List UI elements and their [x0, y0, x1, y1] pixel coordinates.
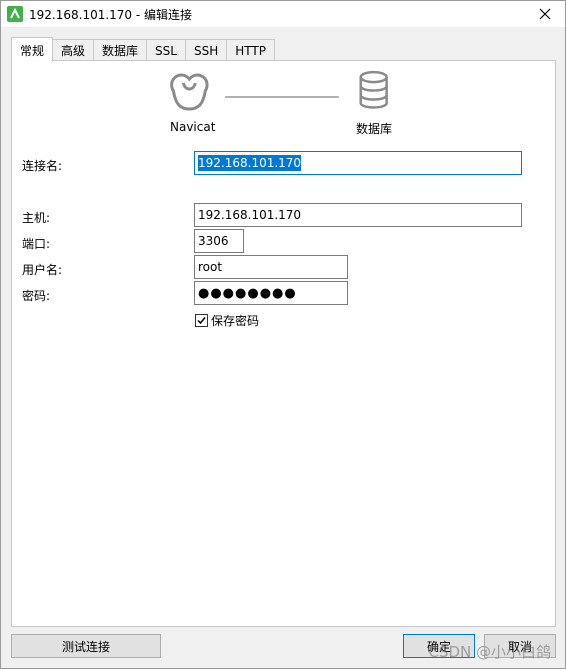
save-password-row[interactable]: 保存密码 — [195, 312, 259, 329]
port-label: 端口: — [22, 237, 51, 251]
tab-databases[interactable]: 数据库 — [93, 39, 148, 61]
tab-advanced[interactable]: 高级 — [52, 39, 95, 61]
tab-general[interactable]: 常规 — [11, 37, 54, 62]
host-input[interactable]: 192.168.101.170 — [194, 203, 522, 227]
username-value: root — [198, 260, 223, 274]
save-password-label: 保存密码 — [211, 314, 260, 328]
general-tab-panel: Navicat 数据库 连接名: 192.168.101.170 主机: 192… — [11, 60, 556, 627]
save-password-checkbox[interactable] — [195, 314, 208, 327]
tab-http[interactable]: HTTP — [226, 39, 275, 61]
password-value: ●●●●●●●● — [198, 285, 297, 301]
navicat-app-icon — [7, 6, 23, 22]
password-label: 密码: — [22, 289, 51, 303]
navicat-label: Navicat — [170, 120, 216, 134]
connection-name-label: 连接名: — [22, 159, 63, 173]
port-value: 3306 — [198, 234, 229, 248]
database-icon — [359, 70, 388, 109]
connection-name-value: 192.168.101.170 — [198, 155, 302, 171]
edit-connection-window: 192.168.101.170 - 编辑连接 常规 高级 数据库 SSL SSH… — [0, 0, 566, 669]
host-value: 192.168.101.170 — [198, 208, 302, 222]
username-input[interactable]: root — [194, 255, 348, 279]
connection-name-input[interactable]: 192.168.101.170 — [194, 151, 522, 175]
password-input[interactable]: ●●●●●●●● — [194, 281, 348, 305]
database-label: 数据库 — [356, 122, 393, 136]
checkmark-icon — [197, 317, 206, 325]
test-connection-button[interactable]: 测试连接 — [11, 634, 161, 658]
tab-ssl[interactable]: SSL — [146, 39, 186, 61]
connection-graphic — [170, 70, 388, 111]
watermark: CSDN @小小白鸽 — [428, 643, 551, 661]
tab-bar: 常规 高级 数据库 SSL SSH HTTP — [11, 37, 275, 62]
host-label: 主机: — [22, 211, 51, 225]
close-icon — [539, 8, 551, 20]
window-title: 192.168.101.170 - 编辑连接 — [29, 8, 193, 22]
title-bar[interactable]: 192.168.101.170 - 编辑连接 — [1, 1, 565, 27]
close-button[interactable] — [525, 1, 565, 27]
tab-ssh[interactable]: SSH — [184, 39, 228, 61]
port-input[interactable]: 3306 — [194, 229, 244, 253]
navicat-logo-icon — [170, 73, 209, 111]
username-label: 用户名: — [22, 263, 63, 277]
